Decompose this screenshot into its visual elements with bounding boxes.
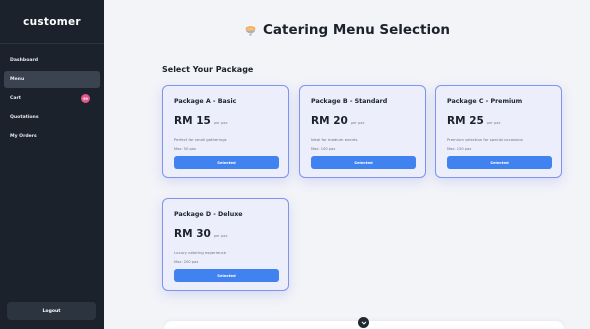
package-price: RM 25 — [447, 115, 484, 127]
price-unit: per pax — [213, 234, 228, 238]
price-row: RM 15 per pax — [174, 115, 228, 127]
package-price: RM 20 — [311, 115, 348, 127]
sidebar-item-menu[interactable]: Menu — [4, 71, 100, 88]
select-button[interactable]: Selected — [311, 156, 416, 169]
price-row: RM 30 per pax — [174, 228, 228, 240]
section-title: Select Your Package — [162, 65, 254, 74]
chevron-down-icon — [361, 321, 366, 325]
package-description: Perfect for small gatherings — [174, 137, 227, 142]
sidebar-item-label: Dashboard — [10, 58, 39, 63]
package-description: Ideal for medium events — [311, 137, 358, 142]
sidebar-item-label: Cart — [10, 96, 21, 101]
package-name: Package D - Deluxe — [174, 211, 243, 218]
sidebar-nav: Dashboard Menu Cart 99 Quotations My Ord… — [0, 44, 104, 145]
select-button[interactable]: Selected — [447, 156, 552, 169]
package-name: Package A - Basic — [174, 98, 237, 105]
package-max-pax: Max: 200 pax — [174, 260, 199, 264]
package-max-pax: Max: 50 pax — [174, 147, 197, 151]
price-unit: per pax — [350, 121, 365, 125]
package-name: Package B - Standard — [311, 98, 388, 105]
package-max-pax: Max: 100 pax — [311, 147, 336, 151]
price-unit: per pax — [213, 121, 228, 125]
page-header: Catering Menu Selection — [104, 22, 590, 38]
brand-label: customer — [0, 0, 104, 44]
price-unit: per pax — [486, 121, 501, 125]
package-price: RM 15 — [174, 115, 211, 127]
package-description: Premium selection for special occasions — [447, 137, 523, 142]
sidebar-item-label: Menu — [10, 77, 25, 82]
package-card-c[interactable]: Package C - Premium RM 25 per pax Premiu… — [435, 85, 562, 178]
sidebar-item-label: Quotations — [10, 115, 39, 120]
package-max-pax: Max: 150 pax — [447, 147, 472, 151]
main-content: Catering Menu Selection Select Your Pack… — [104, 0, 590, 329]
select-button[interactable]: Selected — [174, 269, 279, 282]
page-title: Catering Menu Selection — [262, 22, 451, 38]
package-description: Luxury catering experience — [174, 250, 227, 255]
food-bowl-icon — [245, 25, 256, 35]
scroll-down-button[interactable] — [358, 317, 369, 328]
package-card-d[interactable]: Package D - Deluxe RM 30 per pax Luxury … — [162, 198, 289, 291]
sidebar-item-quotations[interactable]: Quotations — [4, 109, 100, 126]
sidebar-item-dashboard[interactable]: Dashboard — [4, 52, 100, 69]
sidebar-item-my-orders[interactable]: My Orders — [4, 128, 100, 145]
sidebar: customer Dashboard Menu Cart 99 Quotatio… — [0, 0, 104, 329]
logout-button[interactable]: Logout — [7, 302, 96, 320]
package-card-b[interactable]: Package B - Standard RM 20 per pax Ideal… — [299, 85, 426, 178]
select-button[interactable]: Selected — [174, 156, 279, 169]
sidebar-item-cart[interactable]: Cart 99 — [4, 90, 100, 107]
sidebar-item-label: My Orders — [10, 134, 37, 139]
price-row: RM 20 per pax — [311, 115, 365, 127]
price-row: RM 25 per pax — [447, 115, 501, 127]
cart-count-badge: 99 — [81, 94, 90, 103]
package-price: RM 30 — [174, 228, 211, 240]
package-card-a[interactable]: Package A - Basic RM 15 per pax Perfect … — [162, 85, 289, 178]
package-name: Package C - Premium — [447, 98, 523, 105]
